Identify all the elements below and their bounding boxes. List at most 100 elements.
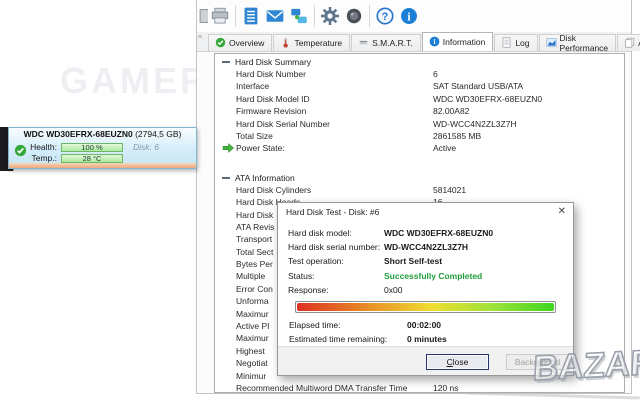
network-button[interactable]	[287, 4, 311, 28]
collapse-minus-icon[interactable]	[222, 177, 230, 179]
info-row-label-text: Hard Disk Number	[236, 69, 306, 79]
tab-log[interactable]: Log	[494, 34, 537, 51]
info-row-value: Active	[433, 142, 624, 154]
log-doc-icon	[501, 37, 512, 48]
dialog-row: Hard disk model:WDC WD30EFRX-68EUZN0	[288, 226, 563, 240]
close-button[interactable]: Close	[426, 354, 489, 370]
dialog-row-value: Short Self-test	[384, 254, 563, 268]
report-icon	[242, 7, 260, 25]
tab-label: Information	[443, 37, 486, 47]
info-row-label: Hard Disk Serial Number	[236, 118, 433, 130]
clipped-icon	[199, 7, 208, 25]
help-icon: ?	[376, 7, 394, 25]
tab-label: Temperature	[294, 38, 342, 48]
toolbar-separator	[235, 5, 236, 27]
info-row-label-text: Recommended Multiword DMA Transfer Time	[236, 383, 407, 393]
info-row: Hard Disk Number 6	[215, 68, 624, 80]
device-status-panel[interactable]: WDC WD30EFRX-68EUZN0 (2794,5 GB) Health:…	[8, 127, 197, 169]
toolbar-separator	[369, 5, 370, 27]
report-button[interactable]	[239, 4, 263, 28]
temp-bar: 28 °C	[61, 154, 123, 163]
dialog-row: Test operation:Short Self-test	[288, 254, 563, 268]
info-row-value: 6	[433, 68, 624, 80]
section-title: Hard Disk Summary	[235, 57, 311, 67]
info-row-label: Hard Disk Cylinders	[236, 184, 433, 196]
dialog-row-value: WD-WCC4N2ZL3Z7H	[384, 240, 563, 254]
disk-number-label: Disk: 6	[133, 142, 159, 152]
info-row-label-text: Total Sect	[236, 247, 273, 257]
network-icon	[290, 7, 308, 25]
info-row-label-text: Negotiat	[236, 358, 268, 368]
tab-label: Overview	[229, 38, 264, 48]
dialog-row-label: Response:	[288, 283, 384, 297]
info-row-label-text: Maximur	[236, 309, 269, 319]
svg-text:?: ?	[382, 11, 389, 23]
info-row: Total Size2861585 MB	[215, 130, 624, 142]
info-row: InterfaceSAT Standard USB/ATA	[215, 80, 624, 92]
info-row-label: Hard Disk Number	[236, 68, 433, 80]
dialog-footer: Close Background	[278, 346, 573, 375]
settings-gear-button[interactable]	[318, 4, 342, 28]
info-row: Firmware Revision82.00A82	[215, 105, 624, 117]
tab-disk-performance[interactable]: Disk Performance	[539, 34, 617, 51]
acoustic-button[interactable]	[342, 4, 366, 28]
info-row-label: Power State:	[236, 142, 433, 154]
info-row-label-text: Highest	[236, 346, 265, 356]
settings-gear-icon	[321, 7, 339, 25]
check-circle-icon	[14, 144, 27, 157]
device-model: WDC WD30EFRX-68EUZN0	[24, 129, 133, 139]
health-ok-icon	[14, 144, 27, 159]
printer-icon	[211, 7, 229, 25]
info-row: Hard Disk Serial NumberWD-WCC4N2ZL3Z7H	[215, 118, 624, 130]
collapse-minus-icon[interactable]	[222, 61, 230, 63]
info-row-label-text: Hard Disk Cylinders	[236, 185, 311, 195]
bazar-watermark: BAZAR	[532, 343, 640, 390]
dialog-row-value: Successfully Completed	[384, 269, 563, 283]
section-header[interactable]: ATA Information	[215, 170, 624, 184]
elapsed-time-row: Elapsed time:00:02:00	[288, 318, 563, 332]
tab-strip: Overview Temperature S.M.A.R.T. iInformatio…	[197, 32, 631, 52]
info-row-label-text: Total Size	[236, 131, 273, 141]
printer-button[interactable]	[208, 4, 232, 28]
tab-s-m-a-r-t[interactable]: S.M.A.R.T.	[351, 34, 421, 51]
info-row-label-text: Unforma	[236, 296, 269, 306]
info-row: Hard Disk Model IDWDC WD30EFRX-68EUZN0	[215, 93, 624, 105]
tab-label: Disk Performance	[560, 33, 609, 53]
tab-information[interactable]: iInformation	[422, 32, 494, 51]
elapsed-time-value: 00:02:00	[407, 318, 562, 332]
tab-alerts[interactable]: Alerts	[617, 34, 640, 51]
info-row-label-text: Transport	[236, 234, 272, 244]
info-row-label: Interface	[236, 80, 433, 92]
info-circle-icon: i	[429, 36, 440, 47]
mail-button[interactable]	[263, 4, 287, 28]
tab-label: S.M.A.R.T.	[372, 38, 413, 48]
dialog-row: Hard disk serial number:WD-WCC4N2ZL3Z7H	[288, 240, 563, 254]
tab-temperature[interactable]: Temperature	[273, 34, 350, 51]
info-button[interactable]: i	[397, 4, 421, 28]
close-icon[interactable]: ✕	[558, 206, 566, 217]
estimated-remaining-label: Estimated time remaining:	[289, 332, 407, 346]
estimated-remaining-row: Estimated time remaining:0 minutes	[288, 332, 563, 346]
tab-overview[interactable]: Overview	[208, 34, 272, 51]
info-row-label-text: ATA Revis	[236, 222, 274, 232]
dialog-row-label: Status:	[288, 269, 384, 283]
tab-label: Log	[515, 38, 529, 48]
panel-bottom-strip	[9, 163, 196, 168]
toolbar: ?i	[197, 0, 631, 32]
scroll-up-arrow[interactable]: ^	[198, 34, 202, 43]
test-progress-fill	[297, 303, 554, 311]
pages-icon	[624, 37, 635, 48]
section-header[interactable]: Hard Disk Summary	[215, 54, 624, 68]
info-row-label-text: Minimur	[236, 371, 266, 381]
clipped-toolbar-icon[interactable]	[199, 4, 208, 28]
dialog-row: Status:Successfully Completed	[288, 269, 563, 283]
chart-icon	[546, 37, 557, 48]
info-row-label-text: Error Con	[236, 284, 273, 294]
estimated-remaining-value: 0 minutes	[407, 332, 562, 346]
help-button[interactable]: ?	[373, 4, 397, 28]
section-title: ATA Information	[235, 173, 295, 183]
elapsed-time-label: Elapsed time:	[289, 318, 407, 332]
info-row-label-text: Hard Disk	[236, 210, 273, 220]
green-arrow-icon	[222, 143, 235, 156]
info-row-label-text: Multiple	[236, 271, 265, 281]
